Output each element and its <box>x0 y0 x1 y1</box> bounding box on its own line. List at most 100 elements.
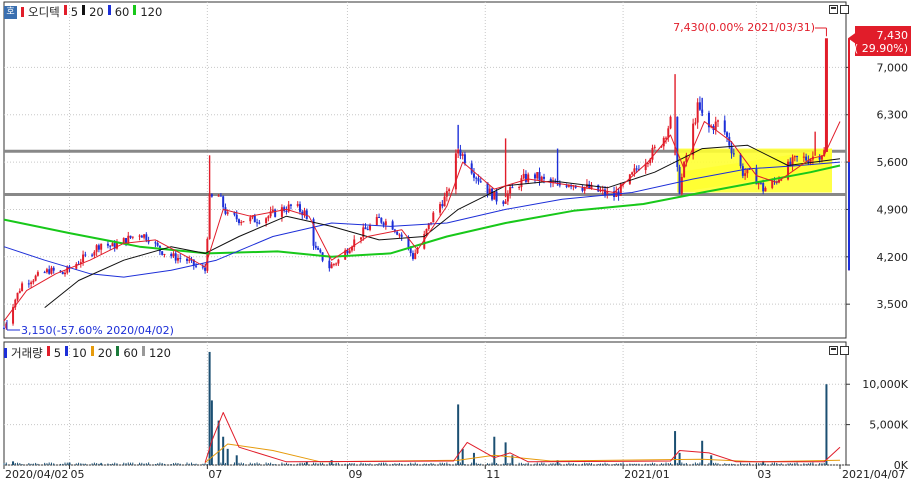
price-minimize-button[interactable] <box>829 5 838 14</box>
x-tick-label-7: 2021/04/07 <box>842 468 905 481</box>
chart-type-badge[interactable]: 호 <box>4 5 17 19</box>
volume-bar <box>243 463 245 465</box>
candle-body <box>382 222 385 226</box>
volume-bar <box>172 463 174 465</box>
volume-bar <box>396 463 398 465</box>
candle-body <box>317 247 320 250</box>
candle-body <box>188 259 191 261</box>
candle-body <box>604 189 607 195</box>
volume-maximize-button[interactable] <box>840 346 849 355</box>
volume-ma20-line <box>204 443 841 463</box>
candle-body <box>280 207 283 217</box>
candle-body <box>805 156 808 161</box>
volume-bar <box>394 463 396 465</box>
candle-body <box>328 260 331 269</box>
candle-body <box>384 221 387 226</box>
volume-bar <box>742 463 744 465</box>
volume-bar <box>28 463 30 465</box>
volume-bar <box>566 463 568 465</box>
volume-bar <box>193 463 195 465</box>
candle-body <box>378 216 381 218</box>
candle-body <box>741 166 744 176</box>
candle-body <box>332 263 335 265</box>
volume-bar <box>636 463 638 465</box>
volume-ma-label-20[interactable]: 20 <box>98 346 113 360</box>
volume-bar <box>288 463 290 465</box>
price-ma-label-60[interactable]: 60 <box>115 5 130 19</box>
volume-bar <box>789 463 791 465</box>
candle-body <box>335 263 338 265</box>
candle-body <box>726 132 729 137</box>
volume-bar <box>98 463 100 465</box>
candle-body <box>265 218 268 224</box>
volume-bar <box>145 463 147 465</box>
candle-body <box>208 194 211 239</box>
volume-legend: 거래량 5 10 20 60 120 <box>4 345 171 361</box>
volume-minimize-button[interactable] <box>829 346 838 355</box>
volume-bar <box>477 463 479 465</box>
volume-bar <box>588 462 590 465</box>
volume-bar <box>274 463 276 465</box>
candle-body <box>696 102 699 123</box>
volume-bar <box>740 462 742 465</box>
candle-body <box>472 173 475 178</box>
candle-body <box>226 212 229 214</box>
last-change-label: ( 29.90%) <box>854 42 908 55</box>
price-ma-label-120[interactable]: 120 <box>140 5 162 19</box>
candle-body <box>581 187 584 191</box>
volume-bar <box>776 462 778 465</box>
volume-bar <box>629 463 631 465</box>
volume-bar <box>604 462 606 465</box>
candle-body <box>375 216 378 226</box>
volume-bar <box>75 463 77 465</box>
volume-bar <box>161 462 163 465</box>
x-tick-label-0: 2020/04/02 <box>5 468 68 481</box>
candle-body <box>678 167 681 194</box>
candle-body <box>64 272 67 275</box>
candle-body <box>161 251 164 255</box>
candle-body <box>771 180 774 188</box>
price-ma-label-5[interactable]: 5 <box>71 5 78 19</box>
volume-bar <box>819 463 821 465</box>
price-ma-label-20[interactable]: 20 <box>89 5 104 19</box>
volume-ma-label-10[interactable]: 10 <box>72 346 87 360</box>
volume-bar <box>758 463 760 465</box>
volume-bar <box>380 462 382 465</box>
volume-bar <box>810 462 812 465</box>
volume-bar <box>712 462 714 465</box>
price-tick-label-1: 4,200 <box>877 251 909 264</box>
price-legend: 호 오디텍 5 20 60 120 <box>4 4 162 20</box>
candle-body <box>45 269 48 273</box>
volume-bar <box>265 462 267 465</box>
volume-bar <box>186 462 188 465</box>
candle-body <box>170 253 173 257</box>
candle-body <box>366 229 369 231</box>
volume-bar <box>48 462 50 465</box>
candle-body <box>504 201 507 204</box>
candle-body <box>493 191 496 200</box>
candle-body <box>131 236 134 238</box>
candle-body <box>536 172 539 179</box>
stock-chart-window: 3,500 4,200 4,900 5,600 6,300 7,000 0K 5,000K 10… <box>0 0 914 481</box>
volume-ma-swatch-10 <box>65 346 69 356</box>
volume-bar <box>575 464 577 465</box>
volume-bar <box>202 463 204 465</box>
volume-ma-label-5[interactable]: 5 <box>54 346 61 360</box>
candle-body <box>432 212 435 223</box>
candle-body <box>796 155 799 157</box>
volume-bar <box>536 462 538 465</box>
candle-body <box>694 122 697 124</box>
volume-bar <box>96 463 98 465</box>
candle-body <box>129 235 132 238</box>
volume-ma-label-120[interactable]: 120 <box>149 346 171 360</box>
volume-bar <box>464 463 466 465</box>
candle-body <box>459 149 462 156</box>
volume-bar <box>217 420 220 465</box>
volume-bar <box>692 463 694 465</box>
volume-bar <box>670 462 672 465</box>
volume-bar <box>661 463 663 465</box>
candle-body <box>256 222 259 224</box>
price-maximize-button[interactable] <box>840 5 849 14</box>
volume-ma-label-60[interactable]: 60 <box>123 346 138 360</box>
volume-bar <box>220 462 222 465</box>
